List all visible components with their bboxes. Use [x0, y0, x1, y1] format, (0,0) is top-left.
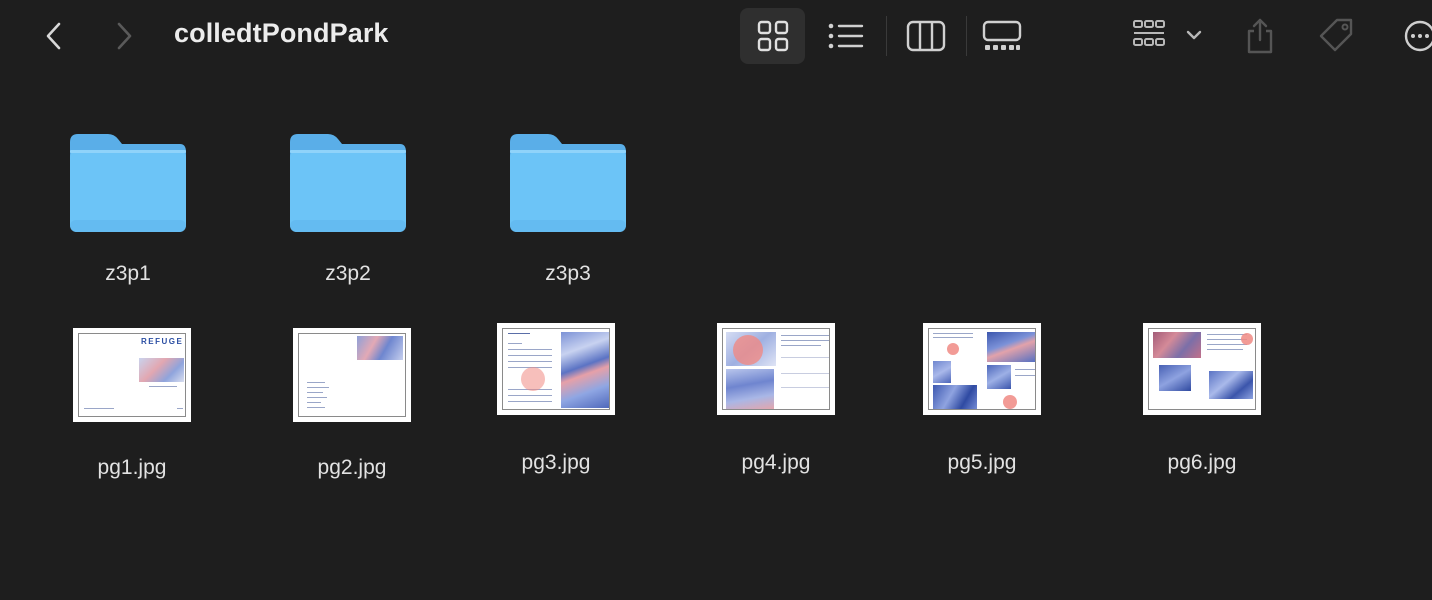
folder-item[interactable]: z3p2 [282, 124, 414, 294]
thumbnail-photo [139, 358, 184, 382]
thumbnail-photo [726, 369, 774, 409]
list-view-button[interactable] [820, 12, 872, 60]
columns-icon [906, 20, 946, 52]
toolbar-divider [886, 16, 887, 56]
folder-item[interactable]: z3p1 [62, 124, 194, 294]
file-name: pg4.jpg [741, 451, 811, 474]
tag-icon [1319, 18, 1353, 52]
group-by-button[interactable] [1124, 12, 1206, 60]
folder-icon [290, 134, 406, 232]
folder-name: z3p1 [105, 262, 151, 285]
thumbnail-photo [1153, 332, 1201, 358]
finder-toolbar: colledtPondPark [0, 0, 1432, 72]
file-name: pg3.jpg [521, 451, 591, 474]
folder-item[interactable]: z3p3 [502, 124, 634, 294]
grid-icon [757, 20, 788, 52]
file-item[interactable]: pg2.jpg [282, 318, 422, 488]
back-button[interactable] [38, 18, 70, 54]
thumbnail-photo [987, 365, 1011, 389]
share-button[interactable] [1238, 12, 1282, 60]
folder-icon [70, 134, 186, 232]
icon-view-button[interactable] [740, 8, 805, 64]
file-item[interactable]: pg6.jpg [1132, 313, 1272, 483]
file-name: pg2.jpg [317, 456, 387, 479]
thumbnail-photo [933, 385, 977, 409]
more-button[interactable] [1400, 14, 1432, 58]
image-thumbnail [1143, 323, 1261, 415]
image-thumbnail: REFUGE [73, 328, 191, 422]
file-item[interactable]: pg4.jpg [706, 313, 846, 483]
column-view-button[interactable] [900, 12, 952, 60]
thumbnail-photo [561, 332, 609, 408]
file-name: pg6.jpg [1167, 451, 1237, 474]
file-item[interactable]: pg3.jpg [486, 313, 626, 483]
chevron-right-icon [117, 22, 132, 50]
gallery-view-button[interactable] [976, 12, 1028, 60]
toolbar-divider [966, 16, 967, 56]
thumbnail-photo [987, 332, 1035, 362]
image-thumbnail [497, 323, 615, 415]
share-icon [1247, 18, 1273, 54]
thumbnail-photo [1209, 371, 1253, 399]
forward-button[interactable] [108, 18, 140, 54]
window-title: colledtPondPark [174, 18, 389, 48]
thumbnail-title: REFUGE [141, 337, 184, 346]
file-item[interactable]: pg5.jpg [912, 313, 1052, 483]
more-icon [1404, 20, 1432, 52]
chevron-down-icon [1186, 30, 1202, 40]
folder-name: z3p2 [325, 262, 371, 285]
tag-button[interactable] [1314, 12, 1360, 60]
list-icon [828, 23, 864, 49]
gallery-icon [982, 20, 1022, 50]
thumbnail-photo [357, 336, 403, 360]
file-item[interactable]: REFUGE pg1.jpg [62, 318, 202, 488]
file-name: pg5.jpg [947, 451, 1017, 474]
chevron-left-icon [46, 22, 61, 50]
folder-name: z3p3 [545, 262, 591, 285]
thumbnail-photo [933, 361, 951, 383]
thumbnail-photo [1159, 365, 1191, 391]
image-thumbnail [717, 323, 835, 415]
folder-icon [510, 134, 626, 232]
image-thumbnail [923, 323, 1041, 415]
group-by-icon [1133, 20, 1202, 46]
file-name: pg1.jpg [97, 456, 167, 479]
image-thumbnail [293, 328, 411, 422]
